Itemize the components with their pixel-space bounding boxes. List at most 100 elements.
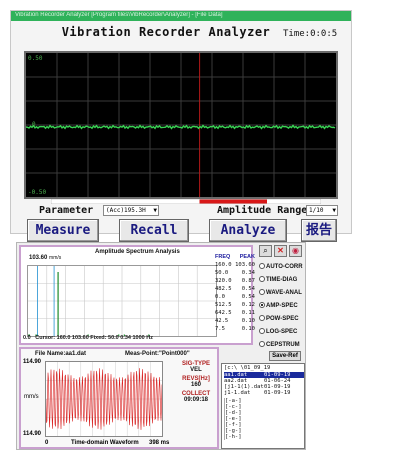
waveform-panel: File Name:aa1.dat Meas-Point:"Point000" … <box>19 347 219 449</box>
spectrum-plot[interactable] <box>27 265 217 337</box>
mode-radio-amp-spec[interactable]: AMP-SPEC <box>259 300 307 313</box>
peak-header: PEAK <box>239 254 255 260</box>
mode-radio-label: AUTO-CORR <box>266 264 303 270</box>
close-icon[interactable]: ✕ <box>274 245 287 257</box>
spectrum-analysis-window: Amplitude Spectrum Analysis 103.60 mm/s … <box>16 242 306 450</box>
recall-button[interactable]: Recall <box>119 219 189 242</box>
radio-dot-icon <box>259 263 265 270</box>
amplitude-range-select[interactable]: 1/10 ▼ <box>306 205 338 216</box>
analyze-button[interactable]: Analyze <box>209 219 287 242</box>
waveform-plot[interactable] <box>45 361 163 437</box>
freq-cell: 50.0 <box>215 270 229 276</box>
peak-cell: 0.87 <box>241 278 255 284</box>
peak-table-row: 320.0 0.87 <box>215 277 255 285</box>
chevron-down-icon: ▼ <box>332 207 336 214</box>
mode-radio-wave-anal[interactable]: WAVE-ANAL <box>259 287 307 300</box>
gauge-icon[interactable]: ◉ <box>289 245 302 257</box>
mode-radio-pow-spec[interactable]: POW-SPEC <box>259 313 307 326</box>
radio-dot-icon <box>259 341 265 348</box>
radio-dot-icon <box>259 328 265 335</box>
peak-cell: 103.60 <box>235 262 255 268</box>
parameter-select[interactable]: (Acc)195.3H ▼ <box>103 205 159 216</box>
parameter-label: Parameter <box>39 205 94 216</box>
peak-table-row: 512.5 0.12 <box>215 301 255 309</box>
peak-table: FREQ PEAK 160.0 103.60 50.0 0.34 320.0 0.87 48… <box>215 253 255 333</box>
signal-info: SIG-TYPE VEL REVS[Hz] 160 COLLECT 09:09:… <box>173 359 219 406</box>
file-browser: [c:\ \01_09_19 aa1.dat 01-09-19 aa2.dat 01-… <box>221 363 305 449</box>
radio-dot-icon <box>259 302 265 309</box>
waveform-x-label: Time-domain Waveform <box>71 440 139 446</box>
level-bar-fill <box>199 199 267 204</box>
waveform-x-end: 398 ms <box>149 440 170 446</box>
scope-y-mid-label: 0 <box>32 121 36 128</box>
file-date: 01-09-19 <box>264 390 291 396</box>
report-button[interactable]: 报告 <box>301 219 337 242</box>
mode-radio-label: AMP-SPEC <box>266 303 298 309</box>
mode-radio-log-spec[interactable]: LOG-SPEC <box>259 326 307 339</box>
file-name-label: File Name:aa1.dat <box>35 351 87 357</box>
peak-cell: 0.12 <box>241 302 255 308</box>
analyzer-window: Vibration Recorder Analyzer [Program fil… <box>10 10 352 242</box>
oscilloscope-plot <box>26 53 336 197</box>
title-bar[interactable]: Vibration Recorder Analyzer [Program fil… <box>11 11 351 21</box>
spectrum-peak-unit: mm/s <box>49 255 62 261</box>
parameter-row: Parameter (Acc)195.3H ▼ Amplitude Range … <box>39 204 359 218</box>
freq-cell: 642.5 <box>215 310 232 316</box>
mode-radio-label: LOG-SPEC <box>266 329 298 335</box>
freq-header: FREQ <box>215 254 231 260</box>
peak-table-row: 42.5 0.10 <box>215 317 255 325</box>
spectrum-plot-svg <box>28 266 216 336</box>
spectrum-toolbar: ⌕ ✕ ◉ <box>257 245 305 257</box>
peak-table-row: 50.0 0.34 <box>215 269 255 277</box>
peak-cell: 0.54 <box>241 286 255 292</box>
zoom-icon[interactable]: ⌕ <box>259 245 272 257</box>
peak-table-header: FREQ PEAK <box>215 253 255 261</box>
drive-list: [-a-] [-c-] [-d-] [-e-] [-f-] [-g-] [-h-] <box>224 398 244 440</box>
meas-point-label: Meas-Point:"Point000" <box>125 351 190 357</box>
spectrum-title: Amplitude Spectrum Analysis <box>95 249 180 255</box>
freq-cell: 42.5 <box>215 318 229 324</box>
analysis-mode-group: AUTO-CORR TIME-DIAG WAVE-ANAL AMP-SPEC POW-S… <box>259 261 307 352</box>
directory-path[interactable]: [c:\ \01_09_19 <box>224 365 270 371</box>
spectrum-peak-value: 103.60 <box>29 255 48 261</box>
amplitude-range-value: 1/10 <box>309 207 324 214</box>
save-ref-button[interactable]: Save-Ref <box>269 351 301 361</box>
revs-value: 160 <box>190 382 201 388</box>
peak-table-row: 482.5 0.54 <box>215 285 255 293</box>
peak-table-row: 160.0 103.60 <box>215 261 255 269</box>
file-list: aa1.dat 01-09-19 aa2.dat 01-06-24 [j1-1(1).d… <box>224 372 304 396</box>
oscilloscope-display: 0.50 0 -0.50 <box>24 51 338 199</box>
mode-radio-label: TIME-DIAG <box>266 277 298 283</box>
mode-radio-time-diag[interactable]: TIME-DIAG <box>259 274 307 287</box>
waveform-plot-svg <box>46 362 162 436</box>
waveform-y-bottom: 114.90 <box>23 431 42 437</box>
app-title: Vibration Recorder Analyzer <box>61 25 271 39</box>
spectrum-panel: Amplitude Spectrum Analysis 103.60 mm/s … <box>19 245 255 345</box>
peak-table-row: 642.5 0.11 <box>215 309 255 317</box>
freq-cell: 7.5 <box>215 326 225 332</box>
mode-radio-label: WAVE-ANAL <box>266 290 302 296</box>
sig-type-value: VEL <box>190 367 202 373</box>
drive-item[interactable]: [-h-] <box>225 434 244 440</box>
freq-cell: 0.0 <box>215 294 225 300</box>
waveform-x-zero: 0 <box>45 440 49 446</box>
radio-dot-icon <box>259 315 265 322</box>
measure-button[interactable]: Measure <box>27 219 99 242</box>
mode-radio-label: POW-SPEC <box>266 316 299 322</box>
cursor-readout: 0.0 Cursor: 160.0 103.60 Fixed: 50.0 0.3… <box>23 335 153 341</box>
peak-cell: 0.34 <box>241 270 255 276</box>
freq-cell: 160.0 <box>215 262 232 268</box>
waveform-y-top: 114.90 <box>23 359 42 365</box>
collect-value: 09:09:18 <box>183 397 209 403</box>
file-list-item[interactable]: j1-1.dat 01-09-19 <box>224 390 304 396</box>
peak-table-row: 7.5 0.10 <box>215 325 255 333</box>
mode-radio-auto-corr[interactable]: AUTO-CORR <box>259 261 307 274</box>
freq-cell: 512.5 <box>215 302 232 308</box>
scope-y-bottom-label: -0.50 <box>28 189 47 196</box>
peak-cell: 0.10 <box>241 318 255 324</box>
spectrum-x-zero: 0.0 <box>23 335 31 341</box>
peak-cell: 0.10 <box>241 326 255 332</box>
freq-cell: 482.5 <box>215 286 232 292</box>
mode-radio-label: CEPSTRUM <box>266 342 300 348</box>
scope-y-top-label: 0.50 <box>28 55 43 62</box>
